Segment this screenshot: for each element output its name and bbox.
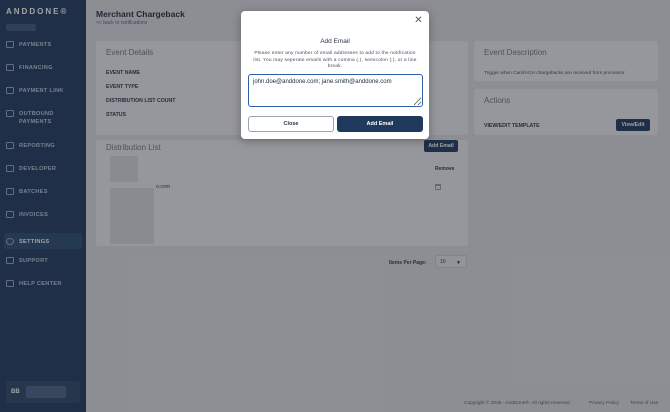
add-email-modal: ✕ Add Email Please enter any number of e… <box>241 11 429 139</box>
add-email-submit-button[interactable]: Add Email <box>337 116 423 132</box>
modal-description: Please enter any number of email address… <box>253 51 417 70</box>
email-input[interactable]: john.doe@anddone.com; jane.smith@anddone… <box>248 74 423 107</box>
close-button[interactable]: Close <box>248 116 334 132</box>
close-icon[interactable]: ✕ <box>414 16 423 26</box>
modal-title: Add Email <box>320 38 350 45</box>
